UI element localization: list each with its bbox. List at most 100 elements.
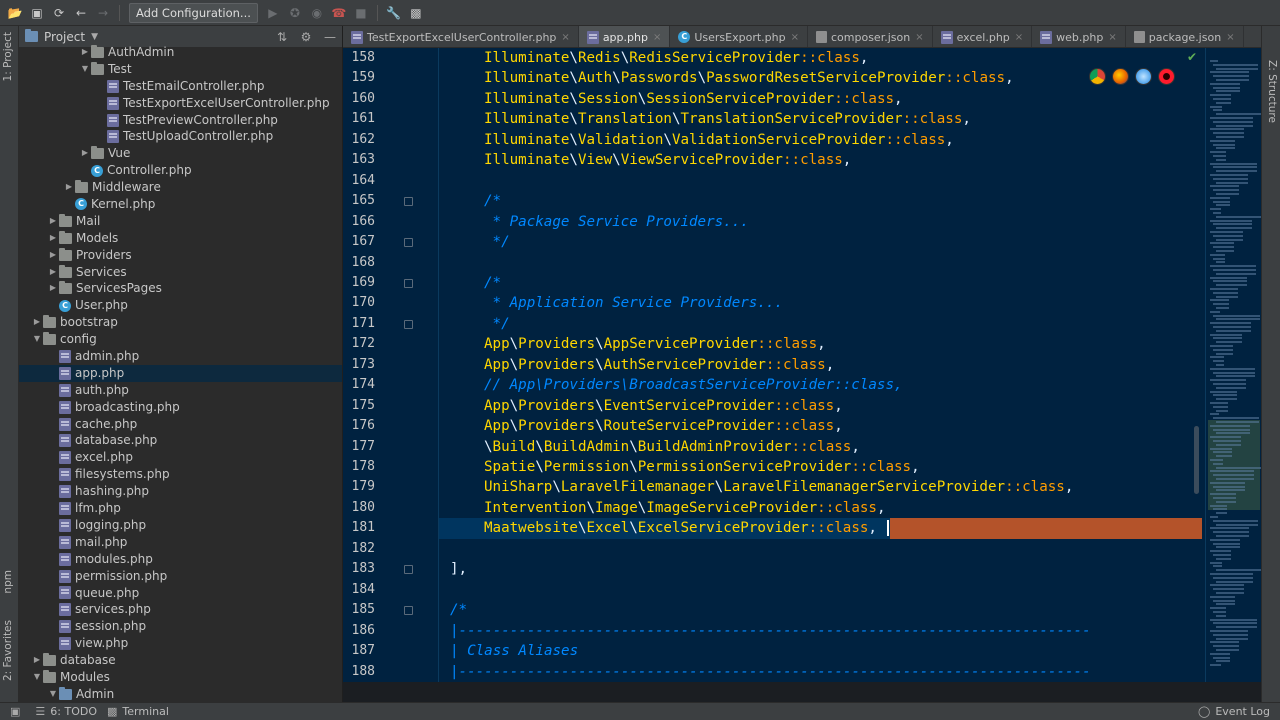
- close-tab-icon[interactable]: ×: [1226, 32, 1234, 43]
- line-number[interactable]: 177: [343, 437, 375, 457]
- code-line[interactable]: App\Providers\AppServiceProvider::class,: [484, 334, 826, 354]
- code-line[interactable]: |---------------------------------------…: [450, 662, 1091, 682]
- tree-item[interactable]: services.php: [19, 601, 342, 618]
- code-line[interactable]: ],: [450, 559, 467, 579]
- expand-arrow-icon[interactable]: ▶: [47, 264, 59, 281]
- tree-item[interactable]: ▼ Test: [19, 61, 342, 78]
- code-line[interactable]: Illuminate\Auth\Passwords\PasswordResetS…: [484, 68, 1014, 88]
- code-line[interactable]: */: [484, 314, 510, 334]
- tree-item[interactable]: ▶ AuthAdmin: [19, 44, 342, 61]
- line-number[interactable]: 173: [343, 355, 375, 375]
- tree-item[interactable]: excel.php: [19, 449, 342, 466]
- close-tab-icon[interactable]: ×: [653, 32, 661, 43]
- code-editor[interactable]: 158 159 160 161 162 163 164 165 166 167 168 169 170 1…: [343, 48, 1261, 682]
- listen-debug-icon[interactable]: ☎: [328, 2, 350, 24]
- expand-arrow-icon[interactable]: ▶: [79, 44, 91, 61]
- line-number[interactable]: 159: [343, 68, 375, 88]
- line-number[interactable]: 167: [343, 232, 375, 252]
- code-line[interactable]: */: [484, 232, 510, 252]
- close-tab-icon[interactable]: ×: [1015, 32, 1023, 43]
- code-line[interactable]: * Package Service Providers...: [484, 212, 749, 232]
- close-tab-icon[interactable]: ×: [791, 32, 799, 43]
- expand-arrow-icon[interactable]: ▶: [47, 280, 59, 297]
- line-number[interactable]: 169: [343, 273, 375, 293]
- line-number[interactable]: 166: [343, 212, 375, 232]
- tree-item[interactable]: C User.php: [19, 297, 342, 314]
- expand-arrow-icon[interactable]: ▶: [79, 145, 91, 162]
- line-number[interactable]: 164: [343, 171, 375, 191]
- code-line[interactable]: Spatie\Permission\PermissionServiceProvi…: [484, 457, 920, 477]
- settings-wrench-icon[interactable]: 🔧: [383, 2, 405, 24]
- line-number[interactable]: 165: [343, 191, 375, 211]
- editor-tab[interactable]: C UsersExport.php ×: [670, 26, 808, 47]
- close-tab-icon[interactable]: ×: [915, 32, 923, 43]
- terminal-tool-button[interactable]: ▩ Terminal: [107, 705, 169, 718]
- code-line[interactable]: Illuminate\View\ViewServiceProvider::cla…: [484, 150, 851, 170]
- line-number[interactable]: 160: [343, 89, 375, 109]
- editor-scrollbar-thumb[interactable]: [1194, 426, 1199, 494]
- code-line[interactable]: App\Providers\AuthServiceProvider::class…: [484, 355, 834, 375]
- tree-item[interactable]: ▶ database: [19, 652, 342, 669]
- todo-tool-button[interactable]: ☰ 6: TODO: [35, 705, 97, 718]
- expand-arrow-icon[interactable]: ▶: [31, 314, 43, 331]
- tree-item[interactable]: mail.php: [19, 534, 342, 551]
- collapse-arrow-icon[interactable]: ▼: [79, 61, 91, 78]
- npm-tool-tab[interactable]: npm: [2, 570, 14, 594]
- code-line[interactable]: /*: [484, 191, 501, 211]
- editor-tab[interactable]: TestExportExcelUserController.php ×: [343, 26, 579, 47]
- editor-tab[interactable]: web.php ×: [1032, 26, 1126, 47]
- editor-tab[interactable]: package.json ×: [1126, 26, 1244, 47]
- code-line[interactable]: // App\Providers\BroadcastServiceProvide…: [484, 375, 903, 395]
- collapse-all-icon[interactable]: ⇅: [270, 30, 294, 44]
- line-number[interactable]: 182: [343, 539, 375, 559]
- fold-marker-icon[interactable]: [404, 565, 413, 575]
- line-number[interactable]: 183: [343, 559, 375, 579]
- code-line[interactable]: | Class Aliases: [450, 641, 578, 661]
- close-tab-icon[interactable]: ×: [1108, 32, 1116, 43]
- debug-icon[interactable]: ✪: [284, 2, 306, 24]
- fold-marker-icon[interactable]: [404, 197, 413, 207]
- tree-item[interactable]: modules.php: [19, 551, 342, 568]
- fold-marker-icon[interactable]: [404, 606, 413, 616]
- tree-item[interactable]: logging.php: [19, 517, 342, 534]
- line-number[interactable]: 186: [343, 621, 375, 641]
- tree-item[interactable]: database.php: [19, 432, 342, 449]
- code-line[interactable]: \Build\BuildAdmin\BuildAdminProvider::cl…: [484, 437, 860, 457]
- code-line[interactable]: Illuminate\Translation\TranslationServic…: [484, 109, 971, 129]
- tree-item[interactable]: queue.php: [19, 585, 342, 602]
- tree-item[interactable]: view.php: [19, 635, 342, 652]
- tree-item[interactable]: ▶ Middleware: [19, 179, 342, 196]
- tree-item[interactable]: hashing.php: [19, 483, 342, 500]
- editor-tab[interactable]: app.php ×: [578, 26, 671, 47]
- sync-icon[interactable]: ⟳: [48, 2, 70, 24]
- editor-tab[interactable]: composer.json ×: [808, 26, 933, 47]
- tree-item[interactable]: filesystems.php: [19, 466, 342, 483]
- tree-item[interactable]: ▼ Modules: [19, 669, 342, 686]
- tree-item[interactable]: ▶ Vue: [19, 145, 342, 162]
- tree-item[interactable]: auth.php: [19, 382, 342, 399]
- line-number[interactable]: 175: [343, 396, 375, 416]
- forward-icon[interactable]: →: [92, 2, 114, 24]
- line-number[interactable]: 168: [343, 253, 375, 273]
- opera-icon[interactable]: [1158, 68, 1175, 85]
- tree-item[interactable]: ▼ Admin: [19, 686, 342, 702]
- code-line[interactable]: |---------------------------------------…: [450, 621, 1091, 641]
- tree-item[interactable]: C Controller.php: [19, 162, 342, 179]
- tree-item[interactable]: ▶ bootstrap: [19, 314, 342, 331]
- code-line[interactable]: Illuminate\Validation\ValidationServiceP…: [484, 130, 954, 150]
- tree-item[interactable]: ▼ config: [19, 331, 342, 348]
- editor-gutter[interactable]: 158 159 160 161 162 163 164 165 166 167 168 169 170 1…: [343, 48, 439, 682]
- tree-item[interactable]: TestUploadController.php: [19, 128, 342, 145]
- line-number[interactable]: 174: [343, 375, 375, 395]
- tree-item[interactable]: ▶ Services: [19, 264, 342, 281]
- code-area[interactable]: Illuminate\Redis\RedisServiceProvider::c…: [439, 48, 1202, 682]
- tree-item[interactable]: permission.php: [19, 568, 342, 585]
- line-number[interactable]: 162: [343, 130, 375, 150]
- inspection-ok-icon[interactable]: ✔: [1187, 50, 1197, 64]
- collapse-arrow-icon[interactable]: ▼: [47, 686, 59, 702]
- open-folder-icon[interactable]: 📂: [4, 2, 26, 24]
- expand-arrow-icon[interactable]: ▶: [31, 652, 43, 669]
- tree-item[interactable]: ▶ ServicesPages: [19, 280, 342, 297]
- code-line[interactable]: App\Providers\RouteServiceProvider::clas…: [484, 416, 843, 436]
- tree-item[interactable]: session.php: [19, 618, 342, 635]
